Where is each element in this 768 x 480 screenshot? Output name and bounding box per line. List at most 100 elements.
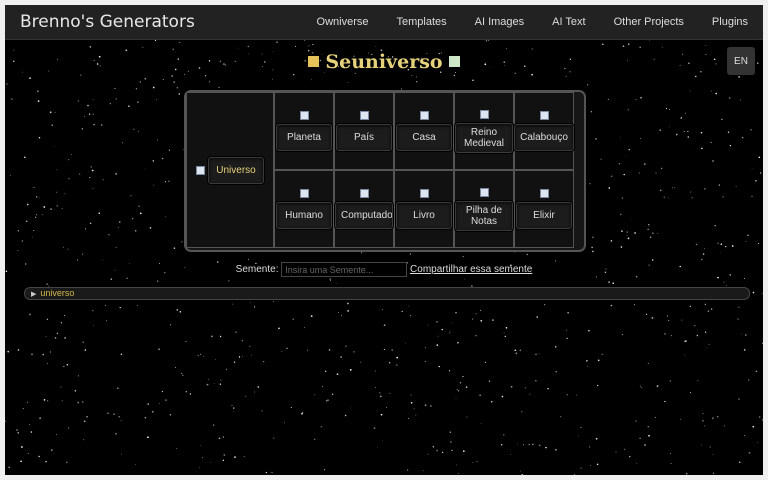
generator-button-elixir[interactable]: Elixir <box>516 202 572 229</box>
star <box>634 304 635 306</box>
star <box>60 322 63 324</box>
star <box>647 426 649 428</box>
star <box>601 353 603 355</box>
generator-button-universo[interactable]: Universo <box>208 156 264 184</box>
star <box>702 420 704 422</box>
star <box>115 432 117 435</box>
star <box>54 337 57 339</box>
star <box>755 370 758 373</box>
star <box>63 246 65 248</box>
star <box>38 197 40 199</box>
star <box>172 48 174 50</box>
generator-button-casa[interactable]: Casa <box>396 124 452 151</box>
star <box>697 380 699 382</box>
star <box>640 137 642 139</box>
star <box>457 341 459 344</box>
generator-cell: Calabouço <box>514 92 574 170</box>
star <box>566 337 568 340</box>
star <box>531 48 533 50</box>
nav-ai-text[interactable]: AI Text <box>538 5 599 39</box>
star <box>169 414 172 416</box>
star <box>589 183 591 185</box>
generator-button-pais[interactable]: País <box>336 124 392 151</box>
nav-ai-images[interactable]: AI Images <box>461 5 539 39</box>
star <box>524 387 526 389</box>
star <box>575 394 577 396</box>
star <box>126 277 128 279</box>
star <box>382 309 384 311</box>
star <box>567 312 569 314</box>
star <box>242 356 243 358</box>
nav-owniverse[interactable]: Owniverse <box>303 5 383 39</box>
star <box>592 236 594 239</box>
star <box>309 44 311 46</box>
brand-title[interactable]: Brenno's Generators <box>20 12 195 32</box>
star <box>347 82 349 83</box>
star <box>176 87 179 89</box>
star <box>532 443 534 446</box>
star <box>608 187 611 189</box>
star <box>515 352 518 355</box>
star <box>122 142 124 144</box>
generator-button-humano[interactable]: Humano <box>276 202 332 229</box>
star <box>528 443 530 446</box>
generator-button-pilha-de-notas[interactable]: Pilha de Notas <box>455 200 513 231</box>
star <box>655 172 657 174</box>
generator-button-computador[interactable]: Computador <box>335 202 393 229</box>
star <box>449 332 451 334</box>
star <box>133 128 135 130</box>
star <box>134 230 137 232</box>
star <box>314 394 316 396</box>
star <box>449 431 452 434</box>
star <box>225 368 227 370</box>
star <box>290 406 292 409</box>
nav-templates[interactable]: Templates <box>383 5 461 39</box>
star <box>657 232 659 234</box>
star <box>587 366 588 368</box>
star <box>11 98 13 100</box>
star <box>218 437 221 440</box>
star <box>33 187 35 189</box>
star <box>645 313 648 315</box>
star <box>5 420 6 422</box>
generator-button-calabouco[interactable]: Calabouço <box>514 124 574 151</box>
universe-tree-toggle[interactable]: ▶ universo <box>24 287 750 300</box>
star <box>588 329 590 332</box>
star <box>547 388 549 390</box>
star <box>441 451 444 454</box>
star <box>63 365 65 368</box>
star <box>430 405 432 407</box>
star <box>505 326 508 329</box>
star <box>622 45 625 48</box>
star <box>222 459 225 462</box>
generator-button-planeta[interactable]: Planeta <box>276 124 332 151</box>
star <box>50 449 53 451</box>
nav-other-projects[interactable]: Other Projects <box>600 5 698 39</box>
star <box>555 448 557 451</box>
star <box>159 403 161 405</box>
broken-image-icon <box>419 189 429 198</box>
generator-button-livro[interactable]: Livro <box>396 202 452 229</box>
star <box>16 429 18 431</box>
star <box>35 216 37 218</box>
star <box>427 453 429 455</box>
star <box>142 46 144 48</box>
star <box>607 98 609 100</box>
star <box>475 313 477 315</box>
star <box>68 159 70 161</box>
generator-button-reino-medieval[interactable]: Reino Medieval <box>455 122 513 153</box>
star <box>587 84 589 86</box>
star <box>479 394 481 396</box>
star <box>82 341 84 343</box>
star <box>529 393 531 395</box>
star <box>415 414 417 416</box>
star <box>87 104 89 107</box>
star <box>762 342 763 344</box>
share-seed-link[interactable]: Compartilhar essa semente <box>410 264 532 275</box>
seed-input[interactable] <box>281 262 408 277</box>
star <box>745 334 747 336</box>
star <box>91 169 94 172</box>
nav-plugins[interactable]: Plugins <box>698 5 748 39</box>
star <box>139 81 142 83</box>
star <box>455 398 457 399</box>
